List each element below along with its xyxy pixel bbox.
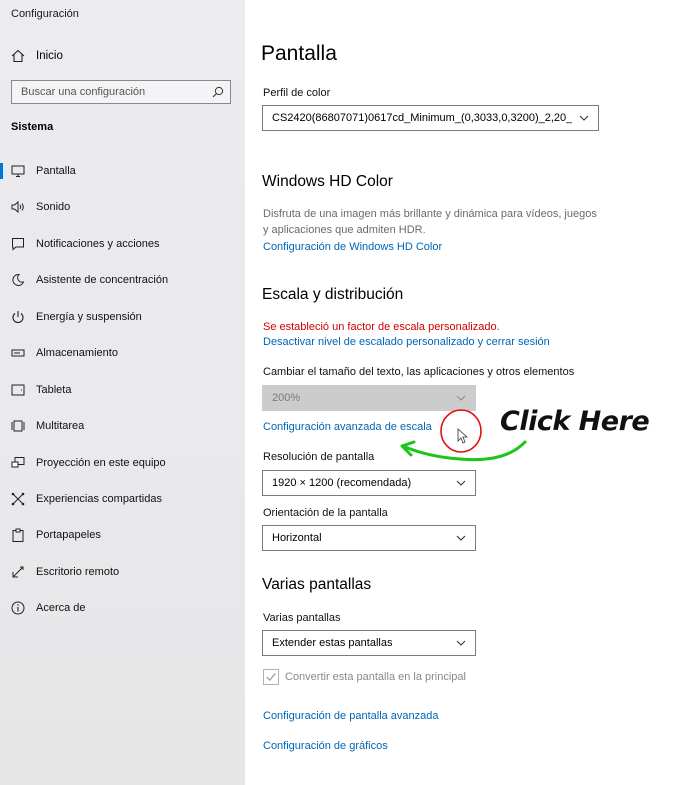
sidebar-item-portapapeles[interactable]: Portapapeles: [0, 521, 245, 549]
scale-heading: Escala y distribución: [262, 286, 404, 303]
scale-size-value: 200%: [272, 392, 301, 404]
sidebar-item-label: Almacenamiento: [36, 347, 118, 359]
monitor-icon: [11, 165, 25, 177]
tablet-icon: [11, 384, 25, 396]
sidebar-item-label: Escritorio remoto: [36, 566, 120, 578]
projection-icon: [11, 457, 25, 468]
sidebar-item-label: Notificaciones y acciones: [36, 238, 160, 250]
search-placeholder: Buscar una configuración: [21, 86, 146, 98]
section-label: Sistema: [11, 121, 54, 133]
sidebar-item-home[interactable]: Inicio: [0, 44, 245, 70]
sidebar-item-proyeccion[interactable]: Proyección en este equipo: [0, 449, 245, 477]
clipboard-icon: [12, 528, 24, 542]
sidebar-item-multitarea[interactable]: Multitarea: [0, 412, 245, 440]
main-content: Pantalla Perfil de color CS2420(86807071…: [245, 0, 697, 785]
storage-icon: [11, 349, 25, 357]
hdr-heading: Windows HD Color: [262, 173, 393, 190]
power-icon: [12, 311, 24, 324]
multi-display-label: Varias pantallas: [263, 612, 341, 624]
sidebar-item-experiencias[interactable]: Experiencias compartidas: [0, 485, 245, 513]
color-profile-label: Perfil de color: [263, 87, 331, 99]
orientation-label: Orientación de la pantalla: [263, 507, 388, 519]
home-icon: [11, 49, 25, 63]
disable-custom-scale-link[interactable]: Desactivar nivel de escalado personaliza…: [263, 336, 550, 348]
shared-icon: [11, 492, 25, 506]
chevron-down-icon: [456, 480, 466, 486]
color-profile-value: CS2420(86807071)0617cd_Minimum_(0,3033,0…: [272, 112, 572, 124]
chevron-down-icon: [456, 640, 466, 646]
highlight-circle: [440, 409, 482, 453]
sidebar-item-label: Pantalla: [36, 165, 76, 177]
sidebar-item-label: Tableta: [36, 384, 72, 396]
sidebar-item-label: Asistente de concentración: [36, 274, 169, 286]
sidebar-item-label: Multitarea: [36, 420, 85, 432]
chevron-down-icon: [456, 535, 466, 541]
search-icon[interactable]: [212, 86, 224, 98]
sidebar-item-escritorio-remoto[interactable]: Escritorio remoto: [0, 558, 245, 586]
sidebar-item-label: Sonido: [36, 201, 71, 213]
sidebar-item-energia[interactable]: Energía y suspensión: [0, 303, 245, 331]
resolution-dropdown[interactable]: 1920 × 1200 (recomendada): [262, 470, 476, 496]
resolution-label: Resolución de pantalla: [263, 451, 375, 463]
sidebar-item-almacenamiento[interactable]: Almacenamiento: [0, 339, 245, 367]
orientation-value: Horizontal: [272, 532, 322, 544]
click-here-annotation: Click Here: [500, 406, 650, 437]
sidebar-item-label: Experiencias compartidas: [36, 493, 162, 505]
sidebar-item-pantalla[interactable]: Pantalla: [0, 157, 245, 185]
page-title: Pantalla: [261, 42, 337, 65]
info-icon: [11, 601, 25, 615]
sidebar-item-label: Acerca de: [36, 602, 86, 614]
sidebar-item-tableta[interactable]: Tableta: [0, 376, 245, 404]
sidebar-item-sonido[interactable]: Sonido: [0, 193, 245, 221]
graphics-settings-link[interactable]: Configuración de gráficos: [263, 740, 388, 752]
multi-display-dropdown[interactable]: Extender estas pantallas: [262, 630, 476, 656]
search-input[interactable]: Buscar una configuración: [11, 80, 231, 104]
hdr-description: Disfruta de una imagen más brillante y d…: [263, 208, 597, 236]
sidebar-item-notificaciones[interactable]: Notificaciones y acciones: [0, 230, 245, 258]
scale-size-label: Cambiar el tamaño del texto, las aplicac…: [263, 366, 575, 378]
sidebar-item-acerca-de[interactable]: Acerca de: [0, 594, 245, 622]
notification-icon: [12, 238, 24, 251]
sidebar: Configuración Inicio Buscar una configur…: [0, 0, 245, 785]
app-title: Configuración: [11, 8, 79, 20]
remote-icon: [12, 566, 24, 578]
main-display-checkbox[interactable]: [263, 669, 279, 685]
orientation-dropdown[interactable]: Horizontal: [262, 525, 476, 551]
multi-display-value: Extender estas pantallas: [272, 637, 393, 649]
sidebar-item-label: Proyección en este equipo: [36, 457, 166, 469]
sidebar-item-label: Energía y suspensión: [36, 311, 142, 323]
resolution-value: 1920 × 1200 (recomendada): [272, 477, 412, 489]
hdr-settings-link[interactable]: Configuración de Windows HD Color: [263, 241, 442, 253]
checkmark-icon: [266, 673, 276, 681]
speaker-icon: [11, 200, 24, 214]
sidebar-item-label: Portapapeles: [36, 529, 101, 541]
color-profile-dropdown[interactable]: CS2420(86807071)0617cd_Minimum_(0,3033,0…: [262, 105, 599, 131]
multitask-icon: [11, 420, 25, 432]
advanced-display-link[interactable]: Configuración de pantalla avanzada: [263, 710, 439, 722]
sidebar-item-label: Inicio: [36, 50, 63, 62]
multi-display-heading: Varias pantallas: [262, 576, 372, 593]
main-display-label: Convertir esta pantalla en la principal: [285, 671, 466, 683]
moon-icon: [12, 273, 25, 286]
sidebar-item-concentracion[interactable]: Asistente de concentración: [0, 266, 245, 294]
chevron-down-icon: [579, 115, 589, 121]
custom-scale-warning: Se estableció un factor de escala person…: [263, 321, 500, 333]
cursor-icon: [457, 428, 469, 444]
